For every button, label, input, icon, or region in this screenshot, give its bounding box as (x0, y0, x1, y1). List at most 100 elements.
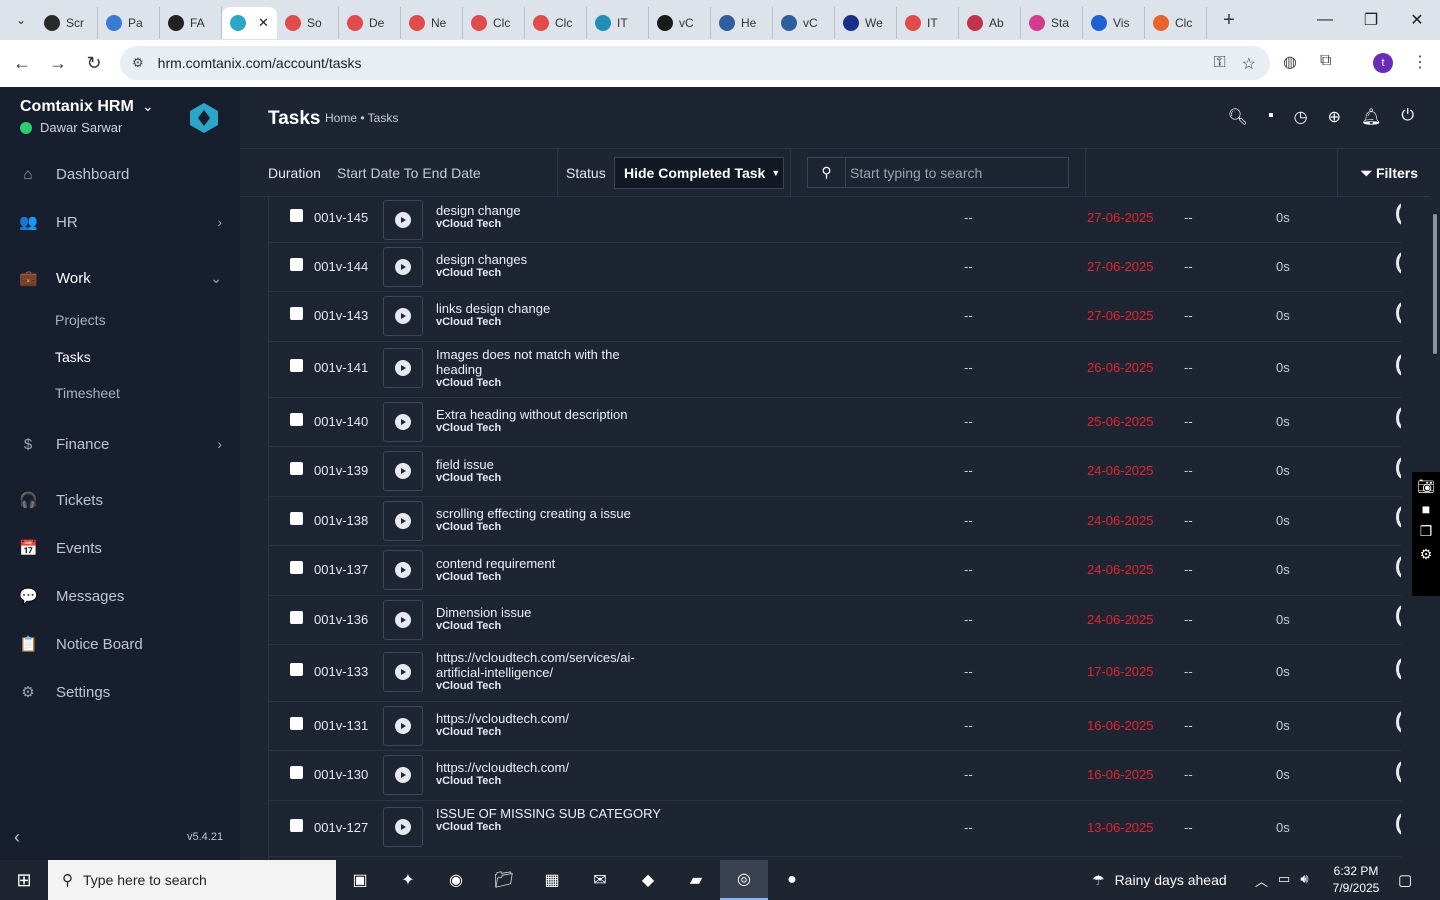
task-id[interactable]: 001v-143 (314, 308, 368, 323)
row-checkbox[interactable] (290, 258, 303, 271)
clock-icon[interactable]: ◷ (1294, 107, 1308, 127)
table-row[interactable]: 001v-141 Images does not match with the … (269, 342, 1401, 398)
browser-tab[interactable]: Clc (463, 7, 525, 39)
row-action-icon[interactable] (1396, 354, 1401, 376)
table-row[interactable]: 001v-144 design changes vCloud Tech -- 27… (269, 243, 1401, 292)
row-action-icon[interactable] (1396, 203, 1401, 225)
row-checkbox[interactable] (290, 413, 303, 426)
sidebar-item-messages[interactable]: 💬 Messages (0, 576, 240, 616)
start-timer-button[interactable] (383, 501, 423, 541)
row-checkbox[interactable] (290, 462, 303, 475)
start-timer-button[interactable] (383, 200, 423, 240)
browser-tab[interactable]: Pa (98, 7, 160, 39)
browser-tab[interactable]: IT (587, 7, 649, 39)
row-checkbox[interactable] (290, 766, 303, 779)
task-view-icon[interactable]: ▣ (336, 860, 384, 900)
collapse-sidebar-icon[interactable]: ‹ (14, 827, 20, 848)
task-name[interactable]: ISSUE OF MISSING SUB CATEGORY vCloud Tech (436, 806, 666, 834)
task-id[interactable]: 001v-131 (314, 718, 368, 733)
browser-tab[interactable]: So (277, 7, 339, 39)
browser-tab[interactable]: Ne (401, 7, 463, 39)
row-action-icon[interactable] (1396, 252, 1401, 274)
table-row[interactable]: 001v-131 https://vcloudtech.com/vCloud T… (269, 702, 1401, 751)
maximize-icon[interactable]: ❐ (1348, 0, 1394, 40)
start-timer-button[interactable] (383, 600, 423, 640)
table-row[interactable]: 001v-139 field issue vCloud Tech -- 24-06… (269, 447, 1401, 497)
start-timer-button[interactable] (383, 247, 423, 287)
task-name[interactable]: https://vcloudtech.com/services/ai-artif… (436, 650, 666, 693)
task-id[interactable]: 001v-139 (314, 463, 368, 478)
url-text[interactable]: hrm.comtanix.com/account/tasks (158, 55, 362, 71)
row-action-icon[interactable] (1396, 658, 1401, 680)
browser-tab[interactable]: IT (897, 7, 959, 39)
table-row[interactable]: 001v-143 links design change vCloud Tech … (269, 292, 1401, 342)
task-id[interactable]: 001v-133 (314, 664, 368, 679)
row-action-icon[interactable] (1396, 813, 1401, 835)
task-id[interactable]: 001v-140 (314, 414, 368, 429)
task-name[interactable]: Extra heading without description vCloud … (436, 407, 666, 435)
browser-tab[interactable]: vC (773, 7, 835, 39)
windows-start-icon[interactable]: ⊞ (0, 860, 48, 900)
task-id[interactable]: 001v-127 (314, 820, 368, 835)
table-row[interactable]: 001v-140 Extra heading without descripti… (269, 398, 1401, 447)
start-timer-button[interactable] (383, 755, 423, 795)
row-action-icon[interactable] (1396, 302, 1401, 324)
task-id[interactable]: 001v-141 (314, 360, 368, 375)
sidebar-item-hr[interactable]: 👥 HR › (0, 202, 240, 242)
add-circle-icon[interactable]: ⊕ (1328, 107, 1341, 127)
start-timer-button[interactable] (383, 348, 423, 388)
filters-button[interactable]: ⏷ Filters (1361, 165, 1418, 182)
browser-tab[interactable]: Scr (36, 7, 98, 39)
reload-icon[interactable]: ↻ (76, 46, 112, 82)
comtanix-app-icon[interactable]: ◆ (624, 860, 672, 900)
task-name[interactable]: https://vcloudtech.com/vCloud Tech (436, 760, 666, 788)
volume-icon[interactable]: 🔊︎ (1300, 871, 1308, 890)
task-id[interactable]: 001v-145 (314, 210, 368, 225)
task-name[interactable]: contend requirement vCloud Tech (436, 556, 666, 584)
task-id[interactable]: 001v-130 (314, 767, 368, 782)
browser-tab[interactable]: Vis (1083, 7, 1145, 39)
mail-icon[interactable]: ✉ (576, 860, 624, 900)
window-icon[interactable]: ❐ (1420, 523, 1433, 540)
sidebar-subitem-projects[interactable]: Projects (55, 312, 106, 328)
password-key-icon[interactable]: ⚿ (1213, 54, 1225, 74)
row-checkbox[interactable] (290, 512, 303, 525)
video-icon[interactable]: ■ (1422, 501, 1430, 517)
start-timer-button[interactable] (383, 451, 423, 491)
taskbar-search[interactable]: ⚲ Type here to search (48, 860, 336, 900)
sidebar-item-events[interactable]: 📅 Events (0, 528, 240, 568)
row-checkbox[interactable] (290, 819, 303, 832)
zoom-icon[interactable]: ● (768, 860, 816, 900)
table-row[interactable]: 001v-138 scrolling effecting creating a … (269, 497, 1401, 546)
store-icon[interactable]: ▦ (528, 860, 576, 900)
browser-tab[interactable]: De (339, 7, 401, 39)
table-row[interactable]: 001v-136 Dimension issue vCloud Tech -- 2… (269, 596, 1401, 645)
breadcrumb[interactable]: Home • Tasks (325, 111, 398, 125)
network-icon[interactable]: ▭ (1278, 871, 1290, 890)
task-id[interactable]: 001v-144 (314, 259, 368, 274)
task-id[interactable]: 001v-138 (314, 513, 368, 528)
row-checkbox[interactable] (290, 611, 303, 624)
table-row[interactable]: 001v-130 https://vcloudtech.com/vCloud T… (269, 751, 1401, 801)
chrome-icon[interactable]: ◎ (720, 860, 768, 900)
date-range-picker[interactable]: Start Date To End Date (337, 165, 481, 181)
chevron-down-icon[interactable]: ⌄ (142, 98, 154, 115)
system-clock[interactable]: 6:32 PM 7/9/2025 (1322, 863, 1390, 897)
start-timer-button[interactable] (383, 706, 423, 746)
task-name[interactable]: links design change vCloud Tech (436, 301, 666, 329)
profile-avatar[interactable]: t (1373, 53, 1393, 73)
gear-icon[interactable]: ⚙ (1420, 546, 1433, 563)
sidebar-item-settings[interactable]: ⚙ Settings (0, 672, 240, 712)
minimize-icon[interactable]: — (1302, 0, 1348, 40)
start-timer-button[interactable] (383, 652, 423, 692)
row-checkbox[interactable] (290, 307, 303, 320)
sidebar-subitem-tasks[interactable]: Tasks (55, 349, 91, 365)
sidebar-item-finance[interactable]: $ Finance › (0, 424, 240, 464)
task-name[interactable]: design changes vCloud Tech (436, 252, 666, 280)
row-checkbox[interactable] (290, 209, 303, 222)
task-name[interactable]: https://vcloudtech.com/vCloud Tech (436, 711, 666, 739)
start-timer-button[interactable] (383, 296, 423, 336)
browser-tab[interactable]: FA (160, 7, 222, 39)
sidebar-subitem-timesheet[interactable]: Timesheet (55, 385, 120, 401)
task-id[interactable]: 001v-136 (314, 612, 368, 627)
